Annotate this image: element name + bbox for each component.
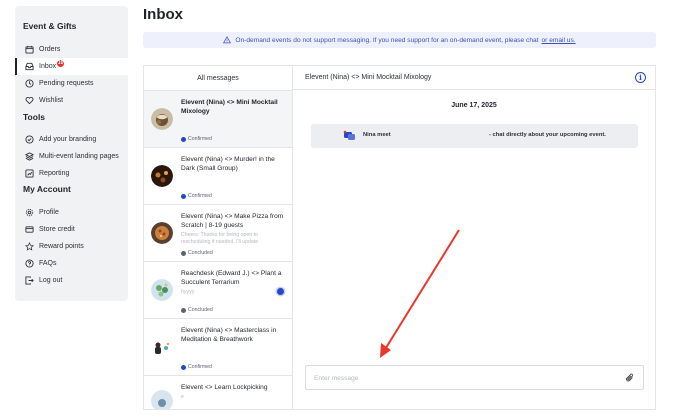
sidebar-item-label: Add your branding xyxy=(39,136,97,143)
event-thumbnail xyxy=(151,390,173,409)
all-messages-header: All messages xyxy=(144,66,292,91)
question-icon xyxy=(23,259,35,268)
status-badge: Confirmed xyxy=(181,193,212,199)
chat-header: Elevent (Nina) <> Mini Mocktail Mixology… xyxy=(293,66,655,90)
system-message-text: - chat directly about your upcoming even… xyxy=(489,132,606,138)
section-title-tools: Tools xyxy=(23,112,46,122)
event-thumbnail xyxy=(151,165,173,187)
event-thumbnail xyxy=(151,336,173,358)
check-circle-icon xyxy=(23,135,35,144)
paperclip-icon[interactable] xyxy=(625,373,635,383)
sidebar-item-label: Wishlist xyxy=(39,97,64,104)
system-message-name: Nina meet xyxy=(363,132,391,138)
sidebar-item-label: Log out xyxy=(39,277,63,284)
star-icon xyxy=(23,242,35,251)
sidebar-item-label: Orders xyxy=(39,46,61,53)
page-title: Inbox xyxy=(143,6,183,23)
sidebar-item-multi-event-landing-pages[interactable]: Multi-event landing pages xyxy=(15,148,128,165)
clock-icon xyxy=(23,79,35,88)
sidebar-item-label: Inbox xyxy=(39,63,57,70)
section-title-events: Event & Gifts xyxy=(23,21,77,31)
status-badge: Concluded xyxy=(181,250,213,256)
sidebar-item-store-credit[interactable]: Store credit xyxy=(15,221,128,238)
chat-title: Elevent (Nina) <> Mini Mocktail Mixology xyxy=(305,74,432,81)
chat-date-separator: June 17, 2025 xyxy=(451,102,497,109)
event-thumbnail xyxy=(151,108,173,130)
sidebar-item-profile[interactable]: Profile xyxy=(15,204,128,221)
status-badge: Confirmed xyxy=(181,364,212,370)
sidebar-item-label: Profile xyxy=(39,209,59,216)
sidebar-item-label: Reward points xyxy=(39,243,84,250)
sidebar-item-label: FAQs xyxy=(39,260,57,267)
logout-icon xyxy=(23,276,35,285)
conversation-item[interactable]: Elevent (Nina) <> Mini Mocktail Mixology… xyxy=(144,91,292,148)
email-us-link[interactable]: or email us. xyxy=(542,37,576,44)
info-icon[interactable]: i xyxy=(635,72,646,83)
conversation-item[interactable]: Elevent (Nina) <> Make Pizza from Scratc… xyxy=(144,205,292,262)
notice-text: On-demand events do not support messagin… xyxy=(235,36,539,44)
sidebar-item-label: Reporting xyxy=(39,170,70,177)
conversation-item[interactable]: Elevent <> Learn Lockpicking e xyxy=(144,376,292,409)
sidebar-item-reward-points[interactable]: Reward points xyxy=(15,238,128,255)
conversation-title: Elevent <> Learn Lockpicking xyxy=(181,384,268,391)
sidebar-item-faqs[interactable]: FAQs xyxy=(15,255,128,272)
chat-pane: Elevent (Nina) <> Mini Mocktail Mixology… xyxy=(293,66,655,409)
conversation-item[interactable]: Elevent (Nina) <> Murder! in the Dark (S… xyxy=(144,148,292,205)
gear-icon xyxy=(23,208,35,217)
conversation-item[interactable]: Reachdesk (Edward J.) <> Plant a Succule… xyxy=(144,262,292,319)
conversation-title: Elevent (Nina) <> Mini Mocktail Mixology xyxy=(181,99,278,115)
conversation-title: Elevent (Nina) <> Murder! in the Dark (S… xyxy=(181,156,275,172)
unread-count-badge: 10 xyxy=(57,60,65,67)
sidebar-item-reporting[interactable]: Reporting xyxy=(15,165,128,182)
warning-icon xyxy=(223,36,232,44)
system-message: Nina meet - chat directly about your upc… xyxy=(311,124,638,148)
sidebar-item-inbox[interactable]: Inbox 10 xyxy=(15,58,128,75)
heart-icon xyxy=(23,96,35,105)
messages-panel: All messages Elevent (Nina) <> Mini Mock… xyxy=(143,65,656,410)
credit-card-icon xyxy=(23,225,35,234)
sidebar-item-label: Pending requests xyxy=(39,80,94,87)
status-badge: Confirmed xyxy=(181,136,212,142)
message-input[interactable] xyxy=(312,371,616,386)
layers-icon xyxy=(23,152,35,161)
conversation-title: Reachdesk (Edward J.) <> Plant a Succule… xyxy=(181,270,282,286)
info-notice-banner: On-demand events do not support messagin… xyxy=(143,32,656,48)
sidebar-item-label: Store credit xyxy=(39,226,75,233)
message-preview: e xyxy=(181,394,184,400)
event-thumbnail xyxy=(151,222,173,244)
sidebar-item-log-out[interactable]: Log out xyxy=(15,272,128,289)
sidebar-item-pending-requests[interactable]: Pending requests xyxy=(15,75,128,92)
chat-bubble-icon xyxy=(343,130,355,140)
status-badge: Concluded xyxy=(181,307,213,313)
unread-indicator xyxy=(277,288,284,295)
message-preview: Cheers: Thanks for being open to resched… xyxy=(181,232,259,245)
conversation-title: Elevent (Nina) <> Masterclass in Meditat… xyxy=(181,327,277,343)
message-preview: hyyyy xyxy=(181,289,195,295)
sidebar-item-orders[interactable]: Orders xyxy=(15,41,128,58)
conversation-list: All messages Elevent (Nina) <> Mini Mock… xyxy=(144,66,293,409)
sidebar-item-wishlist[interactable]: Wishlist xyxy=(15,92,128,109)
chart-icon xyxy=(23,169,35,178)
section-title-my-account: My Account xyxy=(23,184,71,194)
inbox-icon xyxy=(23,62,35,71)
sidebar-item-add-your-branding[interactable]: Add your branding xyxy=(15,131,128,148)
conversation-item[interactable]: Elevent (Nina) <> Masterclass in Meditat… xyxy=(144,319,292,376)
message-composer xyxy=(305,365,644,390)
sidebar-item-label: Multi-event landing pages xyxy=(39,153,119,160)
calendar-icon xyxy=(23,45,35,54)
conversation-title: Elevent (Nina) <> Make Pizza from Scratc… xyxy=(181,213,284,229)
event-thumbnail xyxy=(151,279,173,301)
sidebar: Event & Gifts Orders Inbox 10 Pending re… xyxy=(15,6,128,301)
